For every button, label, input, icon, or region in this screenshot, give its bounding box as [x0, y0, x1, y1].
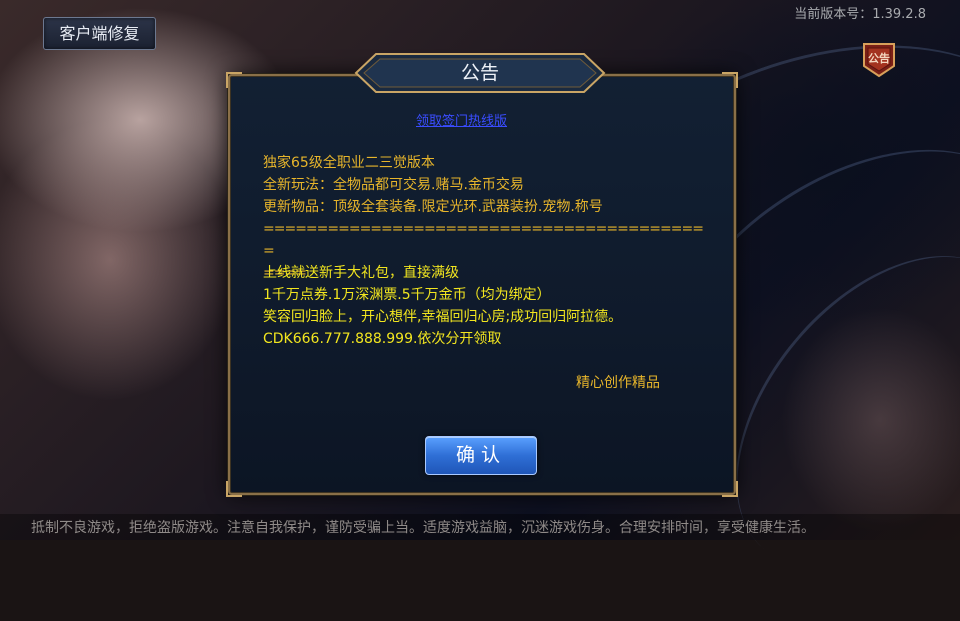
dialog-title: 公告 [460, 62, 499, 84]
gift-lines: 上线就送新手大礼包，直接满级 1千万点券.1万深渊票.5千万金币（均为绑定） 笑… [263, 262, 622, 350]
feature-line: 更新物品：顶级全套装备.限定光环.武器装扮.宠物.称号 [263, 199, 603, 215]
dialog-corner [722, 481, 738, 497]
signature-text: 精心创作精品 [576, 375, 660, 391]
announcement-link[interactable]: 领取签门热线版 [416, 110, 507, 129]
feature-line: 独家65级全职业二三觉版本 [263, 155, 435, 171]
divider-line: ========================================… [263, 221, 704, 259]
dialog-title-plate: 公告 [354, 52, 606, 94]
feature-lines: 独家65级全职业二三觉版本 全新玩法：全物品都可交易.赌马.金币交易 更新物品：… [263, 152, 603, 218]
feature-line: 全新玩法：全物品都可交易.赌马.金币交易 [263, 177, 524, 193]
gift-line: 笑容回归脸上，开心想伴,幸福回归心房;成功回归阿拉德。 [263, 309, 623, 325]
gift-line: CDK666.777.888.999.依次分开领取 [263, 331, 502, 347]
dialog-corner [722, 72, 738, 88]
dialog-corner [226, 481, 242, 497]
version-label: 当前版本号：1.39.2.8 [794, 7, 926, 22]
dialog-corner [226, 72, 242, 88]
gift-line: 1千万点券.1万深渊票.5千万金币（均为绑定） [263, 287, 551, 303]
confirm-button[interactable]: 确认 [425, 436, 537, 475]
health-notice: 抵制不良游戏，拒绝盗版游戏。注意自我保护，谨防受骗上当。适度游戏益脑，沉迷游戏伤… [31, 520, 815, 536]
client-fix-button[interactable]: 客户端修复 [43, 17, 156, 50]
gift-line: 上线就送新手大礼包，直接满级 [263, 265, 459, 281]
notice-button[interactable]: 公告 [860, 40, 898, 78]
notice-button-label: 公告 [868, 52, 890, 65]
